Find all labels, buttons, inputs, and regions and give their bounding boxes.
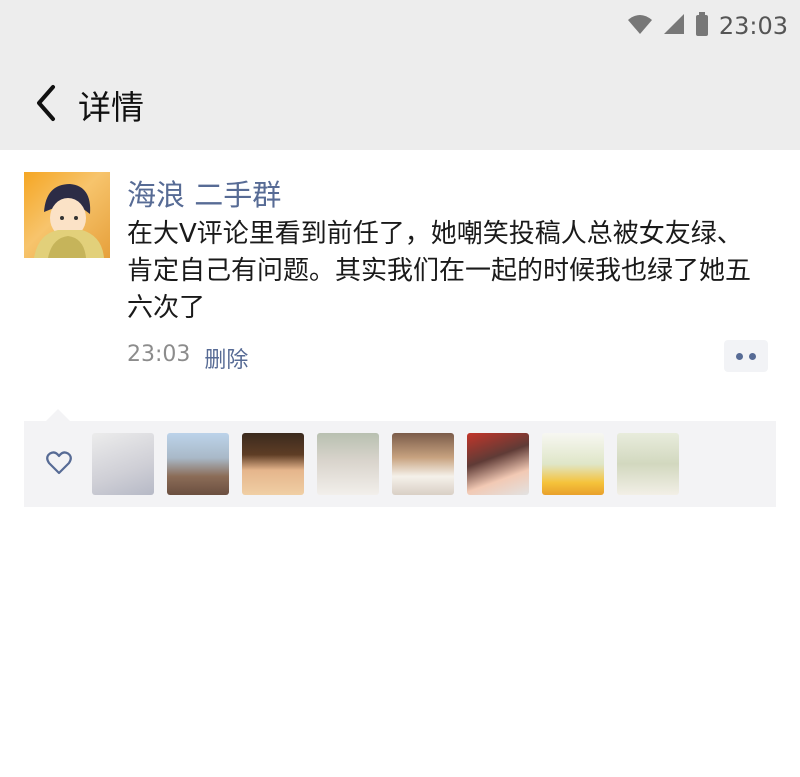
likes-panel [24,421,776,507]
post-username[interactable]: 海浪 二手群 [127,172,281,214]
likes-pointer [46,409,70,421]
avatar-dog-shiba[interactable] [392,433,454,495]
status-bar: 23:03 [627,10,788,42]
page-title: 详情 [78,88,144,127]
delete-button[interactable]: 删除 [204,342,248,374]
avatar[interactable] [24,172,110,258]
avatar-illustration-rocking-chair[interactable] [617,433,679,495]
battery-icon [695,12,709,40]
top-bar: 23:03 详情 [0,0,800,150]
more-dots-icon[interactable] [724,340,768,372]
more-dot [736,352,743,360]
status-time: 23:03 [718,12,788,40]
post-time: 23:03 [127,342,191,367]
heart-icon [46,451,72,479]
chevron-left-icon [31,83,61,127]
avatar-illustration-chick[interactable] [542,433,604,495]
like-avatars [92,433,679,495]
signal-icon [663,13,685,39]
avatar-cat-meme[interactable] [317,433,379,495]
post-content: 在大V评论里看到前任了，她嘲笑投稿人总被女友绿、肯定自己有问题。其实我们在一起的… [127,219,752,323]
nav-bar: 详情 [0,60,800,150]
avatar-anime-boy-headphones[interactable] [242,433,304,495]
more-dot [749,352,756,360]
back-button[interactable] [14,73,78,137]
avatar-anime-girl-white-hair[interactable] [92,433,154,495]
post-meta: 23:03 删除 [127,342,248,374]
wifi-icon [627,13,653,39]
avatar-town-street[interactable] [167,433,229,495]
avatar-anime-manga-cover[interactable] [467,433,529,495]
